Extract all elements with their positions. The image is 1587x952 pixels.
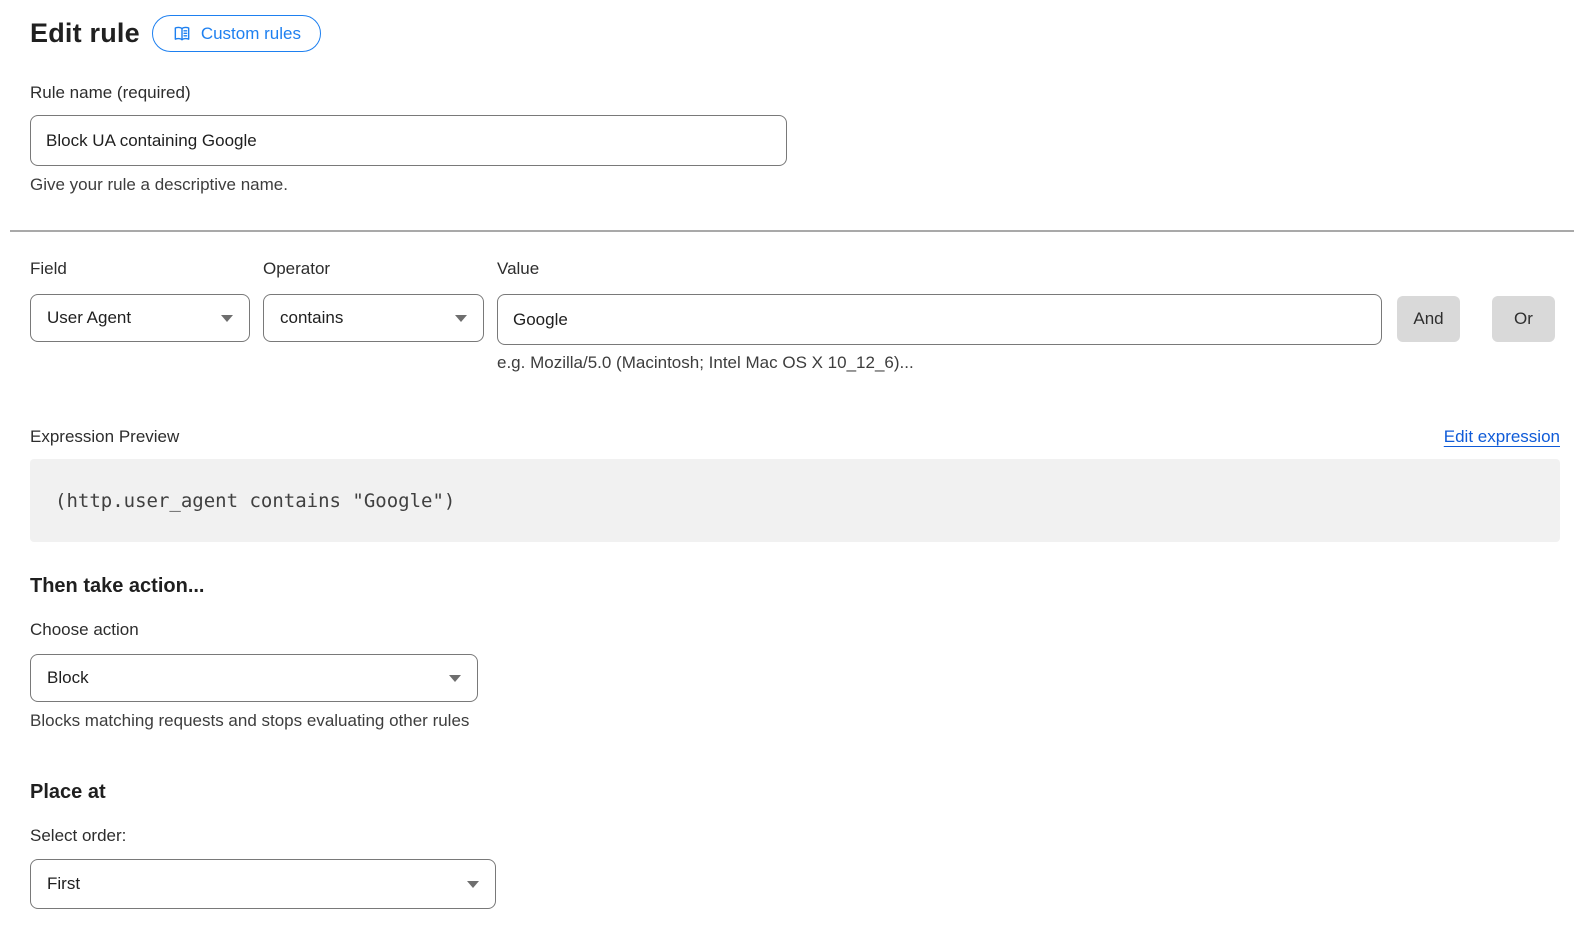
- section-divider: [10, 230, 1574, 232]
- field-select[interactable]: User Agent: [30, 294, 250, 342]
- rule-name-input[interactable]: [30, 115, 787, 166]
- chevron-down-icon: [221, 315, 233, 322]
- chevron-down-icon: [449, 675, 461, 682]
- place-at-heading: Place at: [30, 781, 1560, 804]
- edit-expression-link[interactable]: Edit expression: [1444, 427, 1560, 447]
- action-select-value: Block: [47, 668, 89, 688]
- rule-name-label: Rule name (required): [30, 83, 1560, 103]
- operator-select[interactable]: contains: [263, 294, 484, 342]
- open-book-icon: [172, 24, 192, 44]
- logic-buttons: And Or: [1397, 296, 1555, 342]
- rule-name-help: Give your rule a descriptive name.: [30, 175, 1560, 195]
- operator-column: Operator contains: [263, 259, 484, 342]
- order-select[interactable]: First: [30, 859, 496, 909]
- page-header: Edit rule Custom rules: [30, 15, 1560, 52]
- and-button[interactable]: And: [1397, 296, 1460, 342]
- or-button[interactable]: Or: [1492, 296, 1555, 342]
- field-select-value: User Agent: [47, 308, 131, 328]
- field-label: Field: [30, 259, 250, 279]
- value-help: e.g. Mozilla/5.0 (Macintosh; Intel Mac O…: [497, 353, 1382, 373]
- operator-label: Operator: [263, 259, 484, 279]
- field-column: Field User Agent: [30, 259, 250, 342]
- select-order-label: Select order:: [30, 826, 1560, 846]
- condition-row: Field User Agent Operator contains Value…: [30, 259, 1560, 373]
- page-title: Edit rule: [30, 18, 140, 49]
- edit-rule-page: Edit rule Custom rules Rule name (requir…: [0, 0, 1587, 952]
- choose-action-label: Choose action: [30, 620, 1560, 640]
- expression-preview-box: (http.user_agent contains "Google"): [30, 459, 1560, 542]
- custom-rules-label: Custom rules: [201, 24, 301, 44]
- expression-header: Expression Preview Edit expression: [30, 427, 1560, 447]
- chevron-down-icon: [455, 315, 467, 322]
- take-action-heading: Then take action...: [30, 575, 1560, 598]
- chevron-down-icon: [467, 881, 479, 888]
- expression-preview-label: Expression Preview: [30, 427, 179, 447]
- value-input[interactable]: [497, 294, 1382, 345]
- action-help: Blocks matching requests and stops evalu…: [30, 711, 1560, 731]
- expression-code: (http.user_agent contains "Google"): [55, 490, 455, 512]
- action-select[interactable]: Block: [30, 654, 478, 702]
- custom-rules-docs-button[interactable]: Custom rules: [152, 15, 321, 52]
- operator-select-value: contains: [280, 308, 343, 328]
- value-column: Value e.g. Mozilla/5.0 (Macintosh; Intel…: [497, 259, 1382, 373]
- value-label: Value: [497, 259, 1382, 279]
- order-select-value: First: [47, 874, 80, 894]
